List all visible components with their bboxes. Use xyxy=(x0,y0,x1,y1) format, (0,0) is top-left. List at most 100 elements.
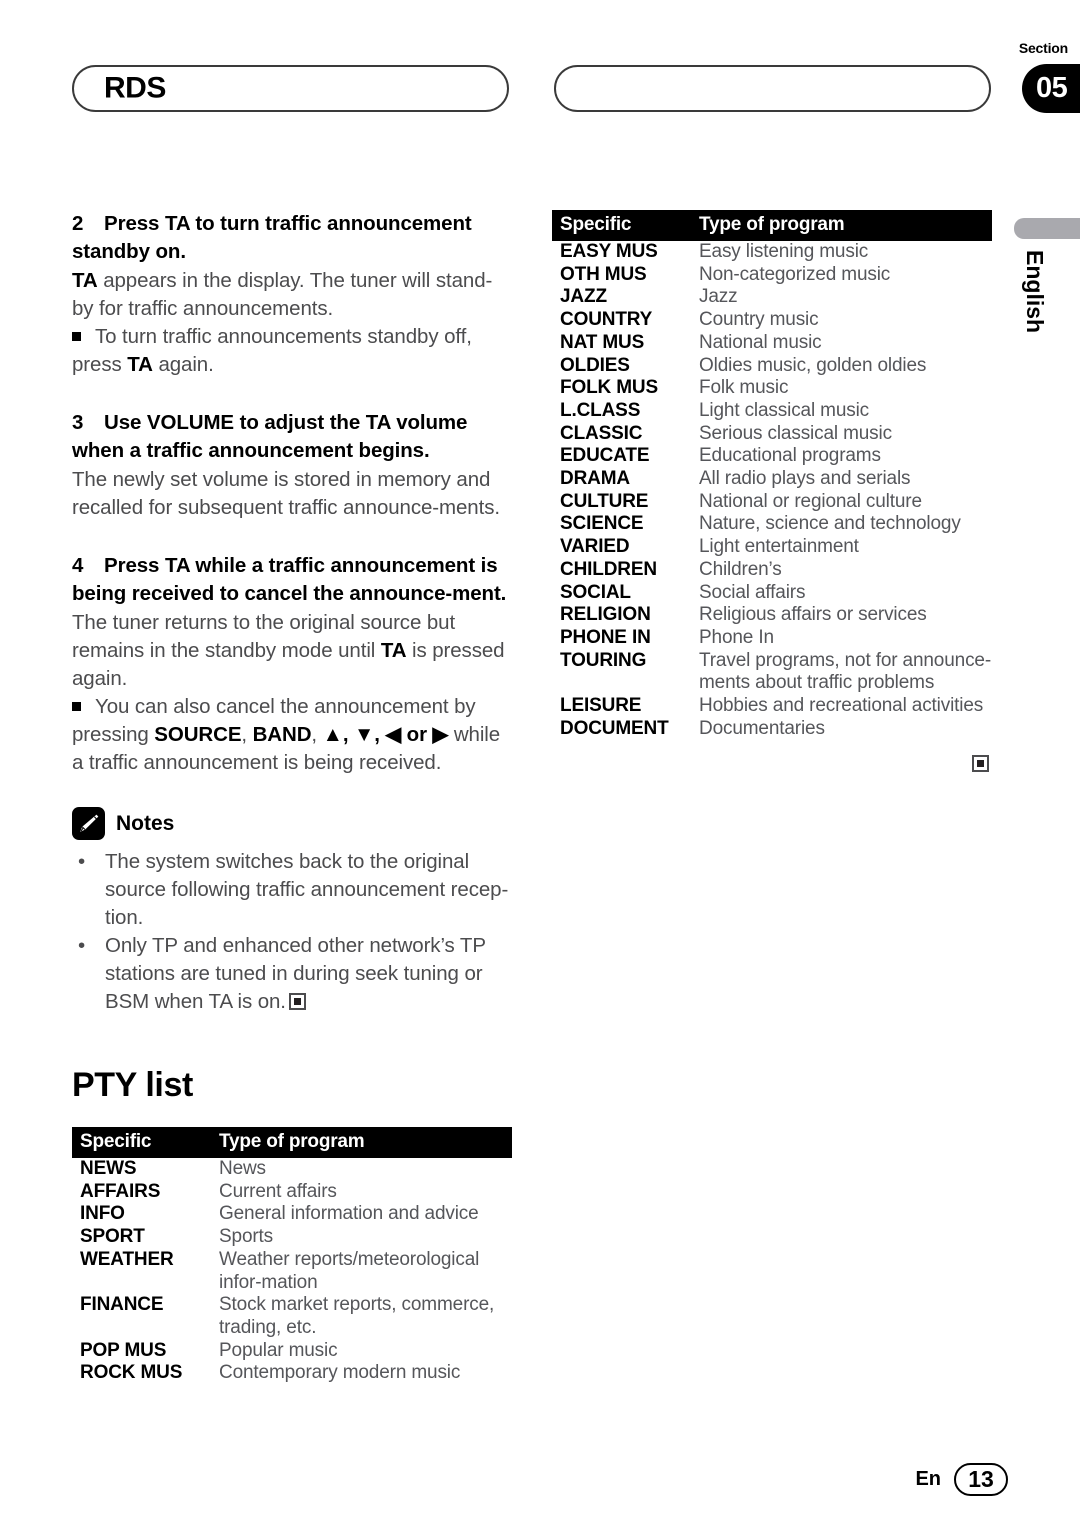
step-4-sub-bullet: You can also cancel the announcement by … xyxy=(72,693,512,777)
cell-specific: COUNTRY xyxy=(560,309,653,331)
step-2-sub-bullet-bold: TA xyxy=(127,353,153,376)
step-4-sub-bullet-bold-band: BAND xyxy=(252,723,312,746)
cell-type-of-program: National music xyxy=(699,331,822,353)
step-4: 4 Press TA while a traffic announcement i… xyxy=(72,552,512,777)
column-header-specific: Specific xyxy=(72,1127,211,1158)
table-row: CLASSIC Serious classical music xyxy=(552,423,992,446)
cell-specific: OTH MUS xyxy=(560,263,647,285)
square-bullet-icon xyxy=(72,702,81,711)
cell-specific: CLASSIC xyxy=(560,422,643,444)
table-row: SPORT Sports xyxy=(72,1226,512,1249)
table-row: L.CLASS Light classical music xyxy=(552,400,992,423)
step-2-sub-bullet: To turn traffic announcements standby of… xyxy=(72,323,512,379)
bullet-dot-icon: • xyxy=(78,934,86,957)
cell-type-of-program: News xyxy=(219,1158,266,1179)
note-item: • Only TP and enhanced other network’s T… xyxy=(72,932,512,1016)
notes-header: Notes xyxy=(72,807,512,840)
cell-specific: RELIGION xyxy=(560,604,651,626)
end-of-section-marker-icon xyxy=(288,993,306,1010)
table-row: COUNTRY Country music xyxy=(552,309,992,332)
column-header-specific: Specific xyxy=(552,210,691,241)
cell-specific: TOURING xyxy=(560,649,647,671)
cell-type-of-program: Oldies music, golden oldies xyxy=(699,354,927,376)
cell-specific: WEATHER xyxy=(80,1248,174,1270)
direction-arrows-icon: ▲, ▼, ◀ or ▶ xyxy=(322,723,449,746)
header-pill-right xyxy=(554,65,991,112)
cell-type-of-program: Educational programs xyxy=(699,445,881,467)
page-title: RDS xyxy=(104,70,166,104)
table-row: DRAMA All radio plays and serials xyxy=(552,468,992,491)
pty-table-right: Specific Type of program EASY MUS Easy li… xyxy=(552,210,992,740)
cell-type-of-program: Social affairs xyxy=(699,581,806,603)
step-3: 3 Use VOLUME to adjust the TA volume when… xyxy=(72,409,512,522)
right-column: Specific Type of program EASY MUS Easy li… xyxy=(552,210,992,740)
end-of-section-marker-icon xyxy=(972,755,989,772)
cell-type-of-program: National or regional culture xyxy=(699,490,922,512)
column-header-type: Type of program xyxy=(691,210,992,241)
cell-specific: PHONE IN xyxy=(560,626,651,648)
table-row: SOCIAL Social affairs xyxy=(552,582,992,605)
step-4-body-bold: TA xyxy=(380,639,407,662)
cell-type-of-program: Current affairs xyxy=(219,1180,337,1202)
step-2: 2 Press TA to turn traffic announcement s… xyxy=(72,210,512,379)
table-row: JAZZ Jazz xyxy=(552,286,992,309)
section-label: Section xyxy=(1018,40,1068,56)
table-row: WEATHER Weather reports/meteorological in… xyxy=(72,1249,512,1294)
pty-table-left-body: NEWS News AFFAIRS Current affairs INFO Genera… xyxy=(72,1158,512,1385)
cell-type-of-program: Popular music xyxy=(219,1339,338,1361)
table-row: OTH MUS Non-categorized music xyxy=(552,264,992,287)
notes-title: Notes xyxy=(116,811,175,835)
cell-specific: DRAMA xyxy=(560,468,630,490)
step-3-heading: 3 Use VOLUME to adjust the TA volume when… xyxy=(72,409,512,465)
pty-table-right-body: EASY MUS Easy listening music OTH MUS Non-c… xyxy=(552,241,992,740)
cell-type-of-program: Phone In xyxy=(699,626,774,648)
cell-specific: LEISURE xyxy=(560,695,642,717)
table-row: CHILDREN Children’s xyxy=(552,559,992,582)
cell-type-of-program: Light entertainment xyxy=(699,536,859,558)
cell-type-of-program: Stock market reports, commerce, trading,… xyxy=(219,1294,495,1338)
cell-specific: NEWS xyxy=(80,1158,137,1179)
step-2-body-text: appears in the display. The tuner will s… xyxy=(72,269,493,320)
table-row: CULTURE National or regional culture xyxy=(552,491,992,514)
cell-type-of-program: Nature, science and technology xyxy=(699,513,961,535)
table-row: TOURING Travel programs, not for announce… xyxy=(552,650,992,695)
square-bullet-icon xyxy=(72,332,81,341)
cell-specific: VARIED xyxy=(560,536,630,558)
cell-specific: EDUCATE xyxy=(560,445,650,467)
cell-type-of-program: Easy listening music xyxy=(699,241,869,262)
step-3-heading-text: Use VOLUME to adjust the TA volume when … xyxy=(72,411,468,462)
step-4-sub-bullet-bold-source: SOURCE xyxy=(154,723,242,746)
step-2-sub-bullet-post: again. xyxy=(152,353,214,376)
left-column: 2 Press TA to turn traffic announcement s… xyxy=(72,210,512,1385)
notes-block: Notes • The system switches back to the … xyxy=(72,807,512,1016)
step-4-number: 4 xyxy=(72,554,84,577)
cell-type-of-program: General information and advice xyxy=(219,1203,479,1225)
cell-specific: L.CLASS xyxy=(560,399,641,421)
cell-type-of-program: Religious affairs or services xyxy=(699,604,927,626)
table-row: NEWS News xyxy=(72,1158,512,1181)
step-2-heading: 2 Press TA to turn traffic announcement s… xyxy=(72,210,512,266)
table-row: FINANCE Stock market reports, commerce, t… xyxy=(72,1294,512,1339)
table-row: LEISURE Hobbies and recreational activiti… xyxy=(552,695,992,718)
cell-specific: SCIENCE xyxy=(560,513,644,535)
cell-specific: JAZZ xyxy=(560,286,607,308)
cell-specific: CHILDREN xyxy=(560,558,657,580)
table-row: ROCK MUS Contemporary modern music xyxy=(72,1362,512,1385)
cell-specific: FOLK MUS xyxy=(560,377,659,399)
cell-specific: CULTURE xyxy=(560,490,649,512)
table-row: EDUCATE Educational programs xyxy=(552,445,992,468)
table-row: AFFAIRS Current affairs xyxy=(72,1181,512,1204)
table-row: FOLK MUS Folk music xyxy=(552,377,992,400)
step-2-number: 2 xyxy=(72,212,84,235)
table-row: DOCUMENT Documentaries xyxy=(552,718,992,741)
cell-specific: SOCIAL xyxy=(560,581,631,603)
note-item-text: Only TP and enhanced other network’s TP … xyxy=(105,932,512,1016)
column-header-type: Type of program xyxy=(211,1127,512,1158)
table-row: EASY MUS Easy listening music xyxy=(552,241,992,264)
table-row: VARIED Light entertainment xyxy=(552,536,992,559)
page-footer: En 13 xyxy=(0,1463,1080,1496)
step-4-sub-bullet-sep1: , xyxy=(241,723,253,746)
cell-type-of-program: Folk music xyxy=(699,377,789,399)
